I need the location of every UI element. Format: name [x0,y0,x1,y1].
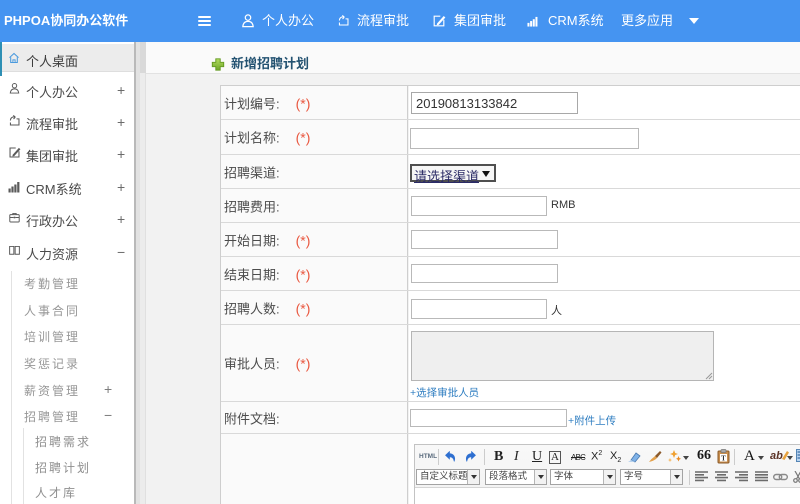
svg-text:T: T [721,454,726,462]
